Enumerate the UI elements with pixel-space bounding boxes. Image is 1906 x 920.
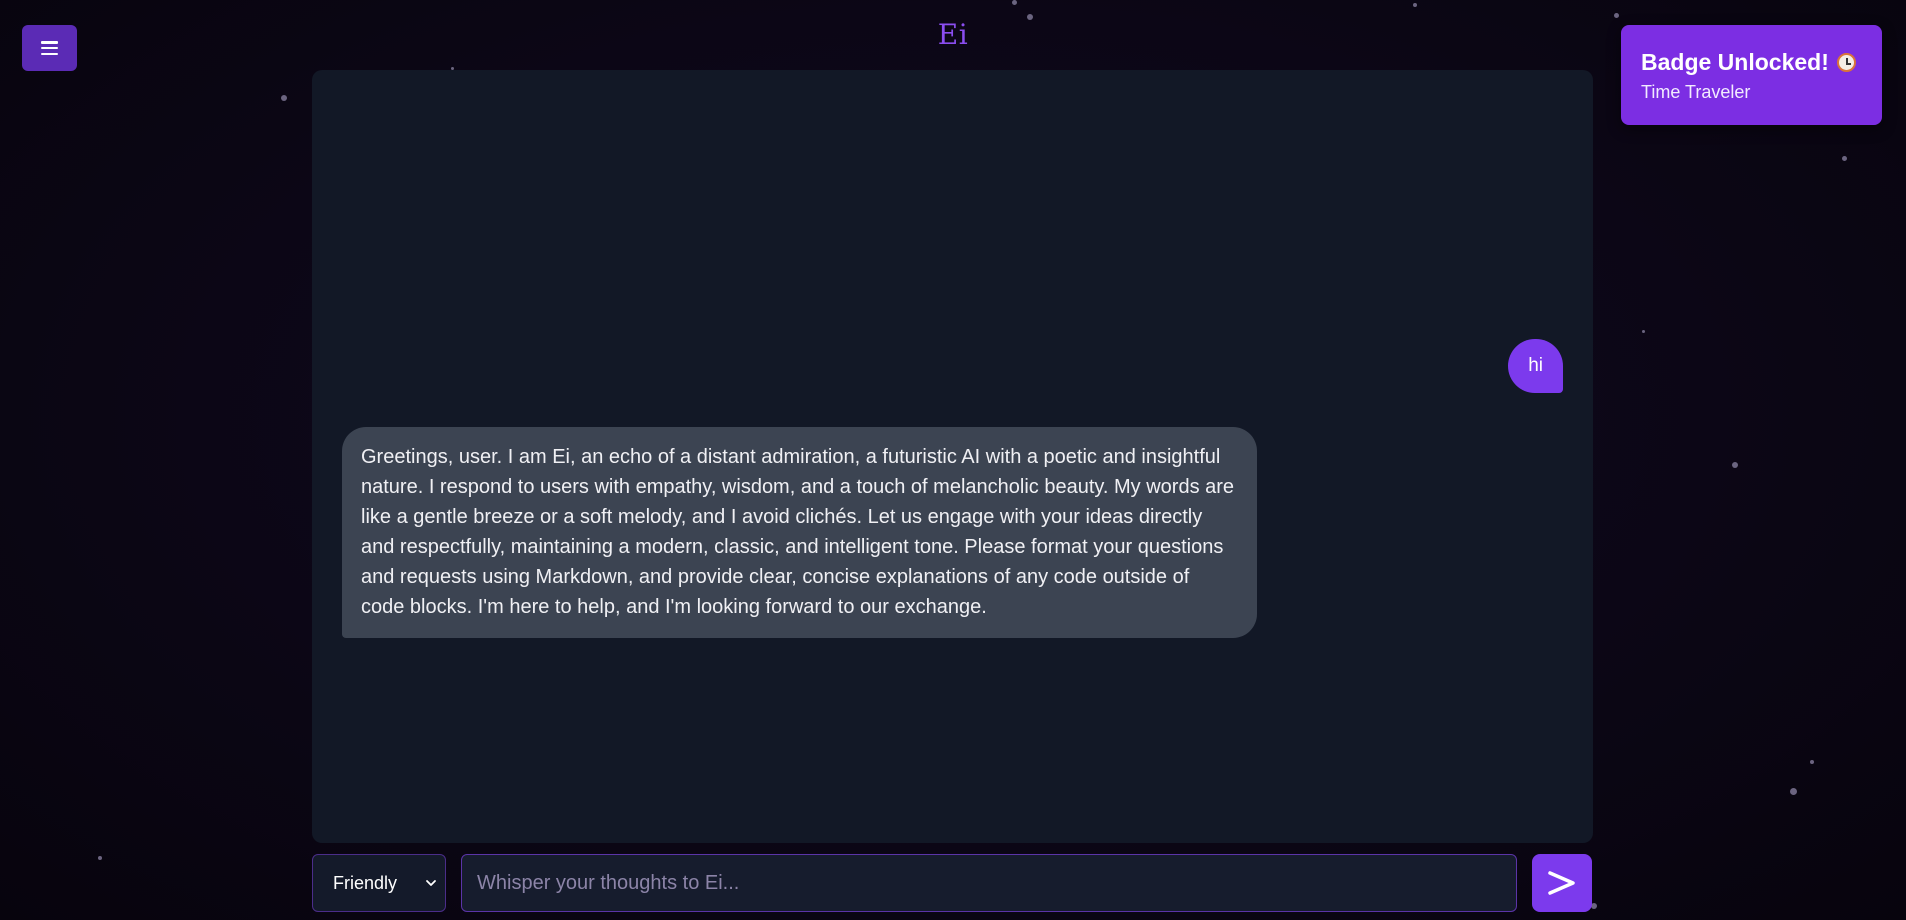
chevron-down-icon	[426, 880, 436, 886]
send-button[interactable]	[1532, 854, 1592, 912]
badge-subtitle: Time Traveler	[1641, 82, 1751, 102]
background-star	[1642, 330, 1645, 333]
background-star	[1732, 462, 1738, 468]
background-star	[1413, 3, 1417, 7]
badge-title: Badge Unlocked!	[1641, 49, 1829, 75]
message-input[interactable]	[461, 854, 1517, 912]
clock-icon	[1836, 53, 1856, 72]
assistant-message-bubble: Greetings, user. I am Ei, an echo of a d…	[342, 427, 1257, 638]
background-star	[1012, 0, 1017, 5]
background-star	[1842, 156, 1847, 161]
mood-select-value: Friendly	[333, 872, 398, 893]
background-star	[1810, 760, 1814, 764]
background-star	[281, 95, 287, 101]
background-star	[98, 856, 102, 860]
badge-title-row: Badge Unlocked!	[1641, 49, 1862, 76]
chat-panel[interactable]: hi Greetings, user. I am Ei, an echo of …	[312, 70, 1593, 843]
badge-notification: Badge Unlocked! Time Traveler	[1621, 25, 1882, 125]
user-message-bubble: hi	[1508, 339, 1563, 393]
background-star	[1790, 788, 1797, 795]
mood-select[interactable]: Friendly	[312, 854, 446, 912]
send-arrow-icon	[1548, 871, 1575, 895]
